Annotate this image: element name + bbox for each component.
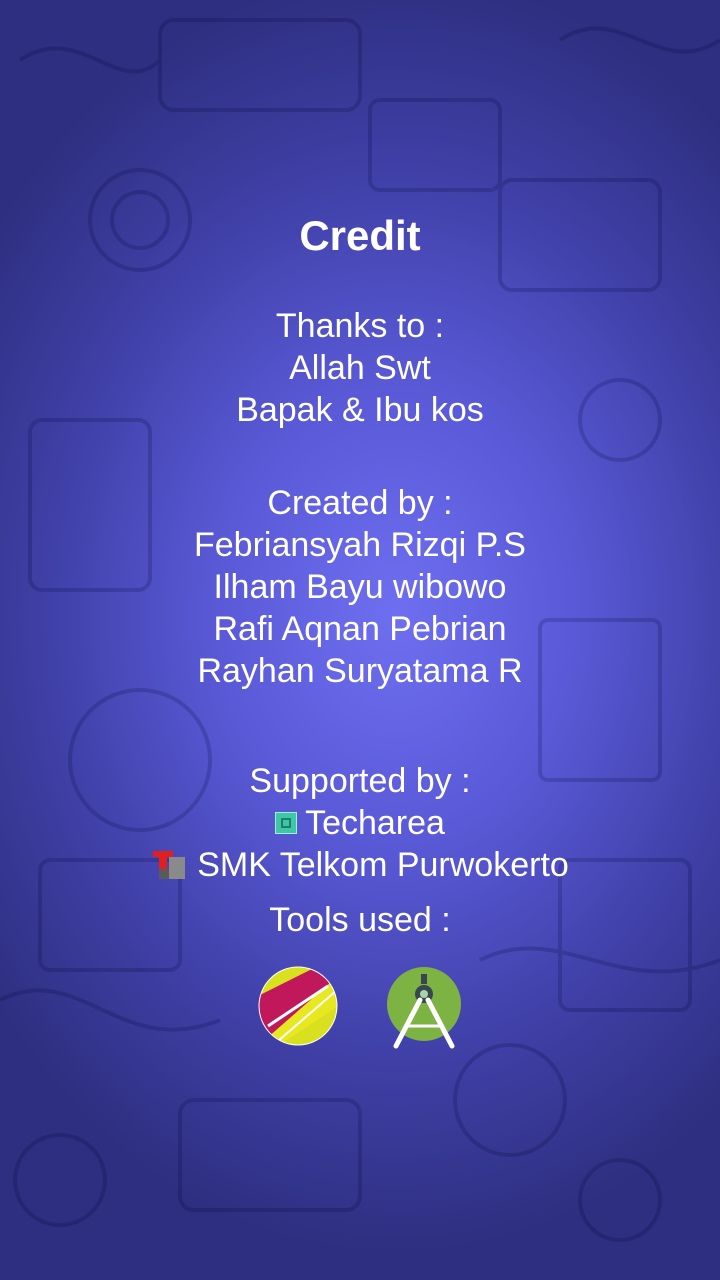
thanks-heading: Thanks to :: [275, 307, 445, 345]
supporter-smk-telkom: SMK Telkom Purwokerto: [0, 844, 720, 886]
created-section: Created by : Febriansyah Rizqi P.S Ilham…: [0, 482, 720, 692]
supported-heading: Supported by :: [249, 762, 471, 800]
supporter-label: SMK Telkom Purwokerto: [197, 846, 569, 884]
telkom-school-logo-icon: [153, 851, 186, 879]
credit-screen: Credit Thanks to : Allah Swt Bapak & Ibu…: [0, 0, 720, 1280]
supporter-techarea: Techarea: [0, 802, 720, 844]
thanks-name: Allah Swt: [289, 349, 431, 387]
thanks-section: Thanks to : Allah Swt Bapak & Ibu kos: [0, 305, 720, 431]
gravit-designer-icon: [258, 966, 338, 1046]
tools-heading: Tools used :: [269, 901, 451, 939]
tools-row: [0, 966, 720, 1050]
creator-name: Rayhan Suryatama R: [197, 652, 523, 690]
techarea-logo-icon: [275, 812, 298, 834]
page-title: Credit: [299, 212, 421, 259]
supporter-label: Techarea: [305, 804, 445, 842]
thanks-name: Bapak & Ibu kos: [236, 391, 484, 429]
supported-section: Supported by : Techarea SMK Telkom Purwo…: [0, 760, 720, 886]
created-heading: Created by :: [267, 484, 453, 522]
creator-name: Febriansyah Rizqi P.S: [194, 526, 526, 564]
creator-name: Ilham Bayu wibowo: [213, 568, 507, 606]
android-studio-icon: [387, 967, 461, 1049]
creator-name: Rafi Aqnan Pebrian: [213, 610, 507, 648]
